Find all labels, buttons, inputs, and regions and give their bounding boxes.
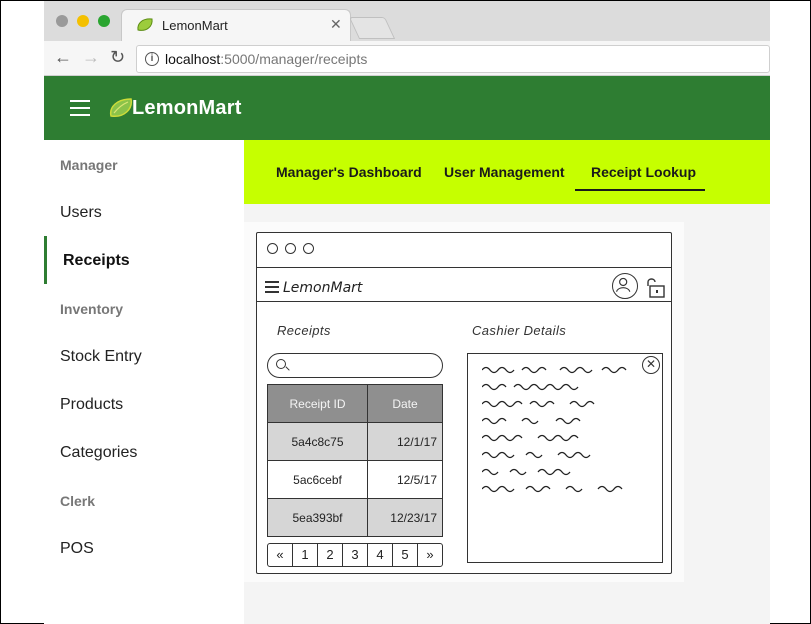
browser-tab-bar: LemonMart ✕ [44, 1, 770, 41]
url-text: localhost:5000/manager/receipts [165, 51, 368, 67]
pager-last[interactable]: » [418, 544, 442, 566]
wireframe-window-dot [285, 243, 296, 254]
receipt-id-cell: 5a4c8c75 [267, 422, 368, 461]
person-icon [615, 277, 631, 292]
wireframe-window-dot [303, 243, 314, 254]
receipt-id-cell: 5ea393bf [267, 498, 368, 537]
pager-page-2[interactable]: 2 [318, 544, 343, 566]
column-header-receipt-id[interactable]: Receipt ID [267, 384, 368, 423]
search-input[interactable] [267, 353, 443, 378]
sidebar-item-products[interactable]: Products [60, 396, 123, 414]
tab-title: LemonMart [162, 18, 228, 33]
scribble-text-line [482, 468, 571, 476]
close-icon[interactable]: ✕ [330, 16, 342, 33]
wireframe-divider [257, 301, 671, 302]
scribble-text-line [482, 383, 579, 391]
table-row[interactable]: 5a4c8c75 12/1/17 [267, 422, 443, 461]
table-header-row: Receipt ID Date [267, 384, 443, 423]
wireframe-menu-icon[interactable] [265, 281, 279, 293]
pager-page-5[interactable]: 5 [393, 544, 418, 566]
wireframe-window: LemonMart Receipts Cashier Details Recei… [256, 232, 672, 574]
forward-arrow-icon[interactable]: → [82, 47, 100, 67]
receipt-id-cell: 5ac6cebf [267, 460, 368, 499]
sidebar-item-users[interactable]: Users [60, 204, 102, 222]
search-icon [276, 359, 286, 369]
reload-icon[interactable]: ↻ [110, 47, 125, 67]
window-close-dot[interactable] [56, 15, 68, 27]
screenshot-frame: LemonMart ✕ ← → ↻ i localhost:5000/manag… [0, 0, 811, 624]
browser-nav-bar: ← → ↻ i localhost:5000/manager/receipts [44, 41, 770, 76]
scribble-text-line [482, 417, 581, 425]
info-icon[interactable]: i [145, 52, 159, 66]
avatar-icon[interactable] [612, 273, 638, 299]
close-icon[interactable]: ✕ [642, 356, 660, 374]
sidebar-item-categories[interactable]: Categories [60, 444, 137, 462]
cashier-details-panel: ✕ [467, 353, 663, 563]
receipts-table: Receipt ID Date 5a4c8c75 12/1/17 5ac6ceb… [267, 384, 443, 537]
scribble-text-line [482, 400, 595, 408]
tab-user-management[interactable]: User Management [444, 164, 565, 180]
sidebar-item-stock-entry[interactable]: Stock Entry [60, 348, 142, 366]
app-toolbar: LemonMart [44, 76, 770, 140]
main-content: Manager's Dashboard User Management Rece… [244, 140, 770, 624]
app-title: LemonMart [132, 97, 242, 119]
scribble-text-line [482, 434, 579, 442]
wireframe-details-heading: Cashier Details [472, 323, 567, 338]
sidebar-header-manager: Manager [60, 157, 118, 173]
tab-managers-dashboard[interactable]: Manager's Dashboard [276, 164, 422, 180]
wireframe-window-dot [267, 243, 278, 254]
address-bar[interactable]: i localhost:5000/manager/receipts [136, 45, 770, 73]
receipt-date-cell: 12/1/17 [367, 422, 443, 461]
table-row[interactable]: 5ac6cebf 12/5/17 [267, 460, 443, 499]
nav-tab-bar: Manager's Dashboard User Management Rece… [244, 140, 770, 204]
pager-first[interactable]: « [268, 544, 293, 566]
scribble-text-line [482, 366, 627, 374]
pagination: « 1 2 3 4 5 » [267, 543, 443, 567]
wireframe-app-title: LemonMart [283, 280, 363, 296]
active-indicator [44, 236, 47, 284]
scribble-text-line [482, 485, 623, 493]
wireframe-divider [257, 267, 671, 268]
browser-chrome: LemonMart ✕ ← → ↻ i localhost:5000/manag… [44, 1, 770, 76]
back-arrow-icon[interactable]: ← [54, 47, 72, 67]
wireframe-sketch: LemonMart Receipts Cashier Details Recei… [244, 204, 770, 624]
table-row[interactable]: 5ea393bf 12/23/17 [267, 498, 443, 537]
window-maximize-dot[interactable] [98, 15, 110, 27]
pager-page-4[interactable]: 4 [368, 544, 393, 566]
receipt-date-cell: 12/5/17 [367, 460, 443, 499]
window-minimize-dot[interactable] [77, 15, 89, 27]
sidebar-item-pos[interactable]: POS [60, 540, 94, 558]
sidebar-header-inventory: Inventory [60, 301, 124, 317]
scribble-text-line [482, 451, 591, 459]
active-tab-underline [575, 189, 705, 191]
new-tab-button[interactable] [348, 17, 396, 39]
pager-page-3[interactable]: 3 [343, 544, 368, 566]
menu-icon[interactable] [70, 100, 90, 116]
column-header-date[interactable]: Date [367, 384, 443, 423]
lemon-logo-icon [109, 98, 132, 118]
receipt-date-cell: 12/23/17 [367, 498, 443, 537]
unlock-icon[interactable] [645, 277, 667, 299]
tab-receipt-lookup[interactable]: Receipt Lookup [591, 164, 696, 180]
sidebar: Manager Users Receipts Inventory Stock E… [44, 140, 244, 624]
lemon-favicon-icon [137, 18, 153, 31]
browser-tab[interactable]: LemonMart ✕ [121, 9, 351, 41]
sidebar-header-clerk: Clerk [60, 493, 96, 509]
pager-page-1[interactable]: 1 [293, 544, 318, 566]
sidebar-item-receipts[interactable]: Receipts [63, 252, 130, 270]
wireframe-receipts-heading: Receipts [277, 323, 331, 338]
